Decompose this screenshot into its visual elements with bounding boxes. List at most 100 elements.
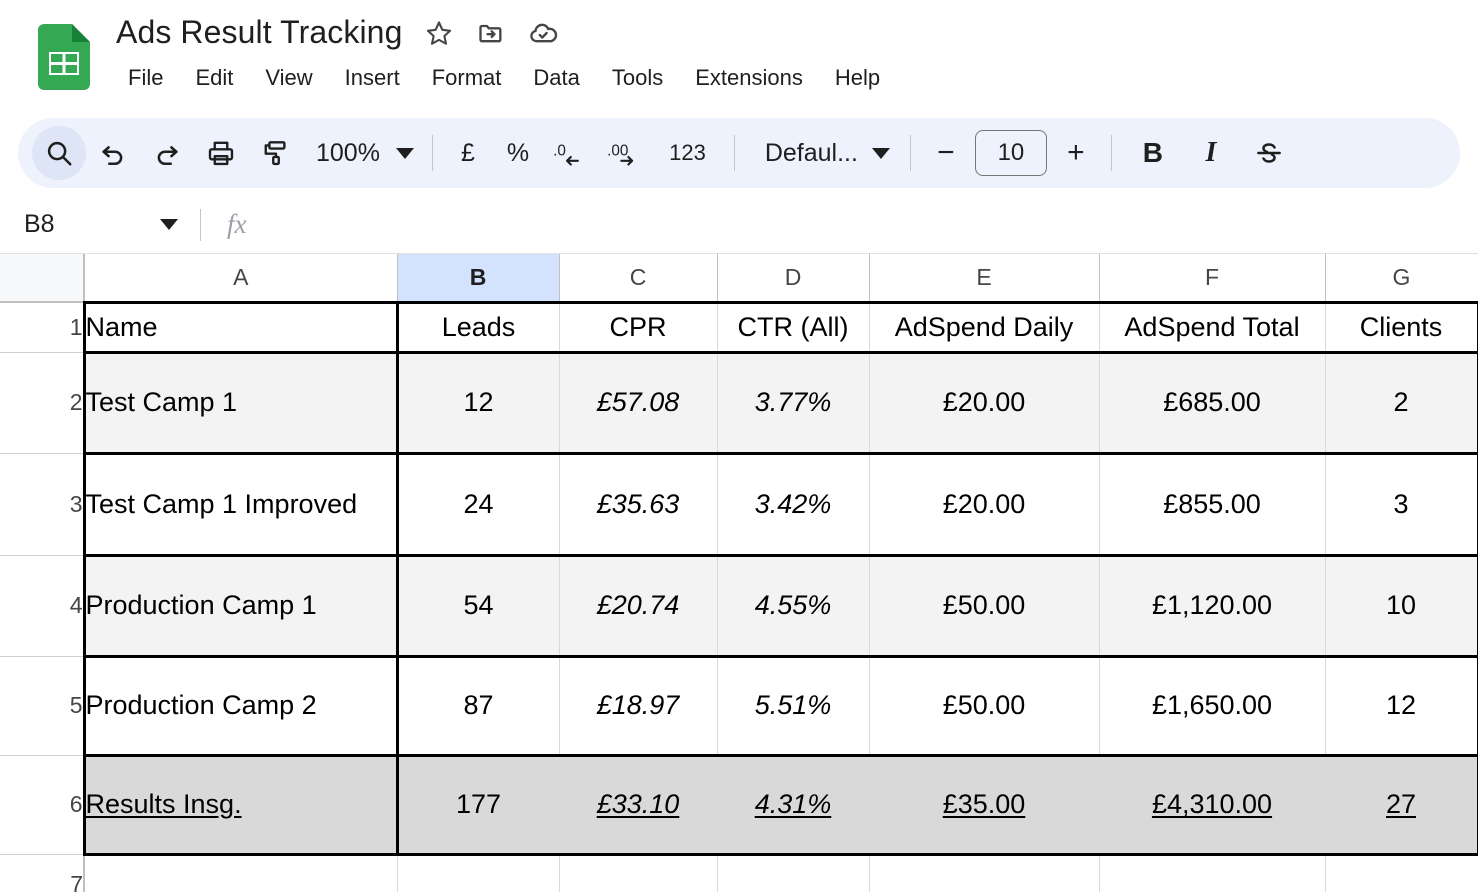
move-to-folder-icon[interactable] [476, 18, 506, 48]
column-header-f[interactable]: F [1099, 254, 1326, 303]
cell-c5[interactable]: £18.97 [559, 654, 718, 756]
menu-data[interactable]: Data [517, 62, 595, 94]
cell-f3[interactable]: £855.00 [1099, 451, 1326, 556]
menu-file[interactable]: File [116, 62, 179, 94]
row-header-4[interactable]: 4 [0, 555, 85, 657]
undo-icon[interactable] [86, 126, 140, 180]
cell-b6[interactable]: 177 [395, 753, 560, 856]
menu-view[interactable]: View [249, 62, 328, 94]
cell-e2[interactable]: £20.00 [869, 350, 1100, 454]
row-header-2[interactable]: 2 [0, 352, 85, 454]
column-header-g[interactable]: G [1325, 254, 1478, 303]
cell-f2[interactable]: £685.00 [1099, 350, 1326, 454]
paint-format-icon[interactable] [248, 126, 302, 180]
strikethrough-button[interactable] [1240, 126, 1298, 180]
increase-font-size-button[interactable]: + [1053, 130, 1099, 176]
menu-format[interactable]: Format [416, 62, 518, 94]
cell-d2[interactable]: 3.77% [717, 350, 870, 454]
chevron-down-icon-namebox[interactable] [160, 219, 178, 230]
cell-g3[interactable]: 3 [1325, 451, 1478, 556]
percent-format-button[interactable]: % [491, 126, 545, 180]
cell-e5[interactable]: £50.00 [869, 654, 1100, 756]
cell-b1[interactable]: Leads [395, 300, 560, 353]
decrease-decimal-button[interactable]: .0 [545, 126, 599, 180]
sheets-logo-icon[interactable] [38, 24, 90, 90]
decrease-font-size-button[interactable]: − [923, 130, 969, 176]
cell-d7[interactable] [717, 854, 870, 892]
cell-f1[interactable]: AdSpend Total [1099, 300, 1326, 353]
cell-b4[interactable]: 54 [395, 553, 560, 657]
cell-b5[interactable]: 87 [395, 654, 560, 756]
cell-c4[interactable]: £20.74 [559, 553, 718, 657]
cell-a4[interactable]: Production Camp 1 [82, 553, 398, 657]
cell-g5[interactable]: 12 [1325, 654, 1478, 756]
cell-g2[interactable]: 2 [1325, 350, 1478, 454]
cell-a7[interactable] [84, 854, 398, 892]
column-header-c[interactable]: C [559, 254, 718, 303]
cell-g6[interactable]: 27 [1325, 753, 1478, 856]
cell-c3[interactable]: £35.63 [559, 451, 718, 556]
cell-a1[interactable]: Name [82, 300, 398, 353]
name-box[interactable]: B8 [0, 196, 200, 253]
menu-extensions[interactable]: Extensions [679, 62, 819, 94]
row-header-1[interactable]: 1 [0, 302, 85, 353]
cell-b7[interactable] [397, 854, 560, 892]
cell-c7[interactable] [559, 854, 718, 892]
font-family-selector[interactable]: Defaul... [747, 126, 898, 180]
search-icon[interactable] [32, 126, 86, 180]
cell-f7[interactable] [1099, 854, 1326, 892]
cell-g7[interactable] [1325, 854, 1478, 892]
cell-f4[interactable]: £1,120.00 [1099, 553, 1326, 657]
menu-tools[interactable]: Tools [596, 62, 679, 94]
cell-a6[interactable]: Results Insg. [82, 753, 398, 856]
cloud-saved-icon[interactable] [528, 18, 558, 48]
cell-g1[interactable]: Clients [1325, 300, 1478, 353]
cell-a5[interactable]: Production Camp 2 [82, 654, 398, 756]
more-formats-button[interactable]: 123 [653, 126, 722, 180]
cell-d1[interactable]: CTR (All) [717, 300, 870, 353]
column-header-e[interactable]: E [869, 254, 1100, 303]
menu-edit[interactable]: Edit [179, 62, 249, 94]
menu-insert[interactable]: Insert [329, 62, 416, 94]
cell-b3[interactable]: 24 [395, 451, 560, 556]
cell-d6[interactable]: 4.31% [717, 753, 870, 856]
cell-f5[interactable]: £1,650.00 [1099, 654, 1326, 756]
column-header-d[interactable]: D [717, 254, 870, 303]
spreadsheet-grid[interactable]: A B C D E F G 1 Name Leads CPR CTR (All)… [0, 254, 1478, 892]
italic-button[interactable]: I [1182, 126, 1240, 180]
select-all-corner[interactable] [0, 254, 85, 303]
cell-d5[interactable]: 5.51% [717, 654, 870, 756]
row-header-7[interactable]: 7 [0, 854, 85, 892]
cell-d3[interactable]: 3.42% [717, 451, 870, 556]
cell-b2[interactable]: 12 [395, 350, 560, 454]
increase-decimal-button[interactable]: .00 [599, 126, 653, 180]
cell-e7[interactable] [869, 854, 1100, 892]
cell-c2[interactable]: £57.08 [559, 350, 718, 454]
cell-c6[interactable]: £33.10 [559, 753, 718, 856]
menu-help[interactable]: Help [819, 62, 896, 94]
function-icon[interactable]: fx [201, 209, 247, 240]
cell-e6[interactable]: £35.00 [869, 753, 1100, 856]
page-title[interactable]: Ads Result Tracking [116, 14, 402, 51]
zoom-selector[interactable]: 100% [302, 128, 420, 178]
column-header-b[interactable]: B [397, 254, 560, 303]
print-icon[interactable] [194, 126, 248, 180]
cell-f6[interactable]: £4,310.00 [1099, 753, 1326, 856]
row-header-6[interactable]: 6 [0, 755, 85, 855]
row-header-5[interactable]: 5 [0, 656, 85, 756]
cell-d4[interactable]: 4.55% [717, 553, 870, 657]
cell-a3[interactable]: Test Camp 1 Improved [82, 451, 398, 556]
cell-a2[interactable]: Test Camp 1 [82, 350, 398, 454]
cell-c1[interactable]: CPR [559, 300, 718, 353]
font-size-input[interactable]: 10 [974, 130, 1047, 176]
bold-button[interactable]: B [1124, 126, 1182, 180]
column-header-a[interactable]: A [84, 254, 398, 303]
cell-g4[interactable]: 10 [1325, 553, 1478, 657]
row-header-3[interactable]: 3 [0, 453, 85, 556]
cell-e1[interactable]: AdSpend Daily [869, 300, 1100, 353]
cell-e4[interactable]: £50.00 [869, 553, 1100, 657]
cell-e3[interactable]: £20.00 [869, 451, 1100, 556]
redo-icon[interactable] [140, 126, 194, 180]
star-icon[interactable] [424, 18, 454, 48]
currency-format-button[interactable]: £ [445, 126, 491, 180]
